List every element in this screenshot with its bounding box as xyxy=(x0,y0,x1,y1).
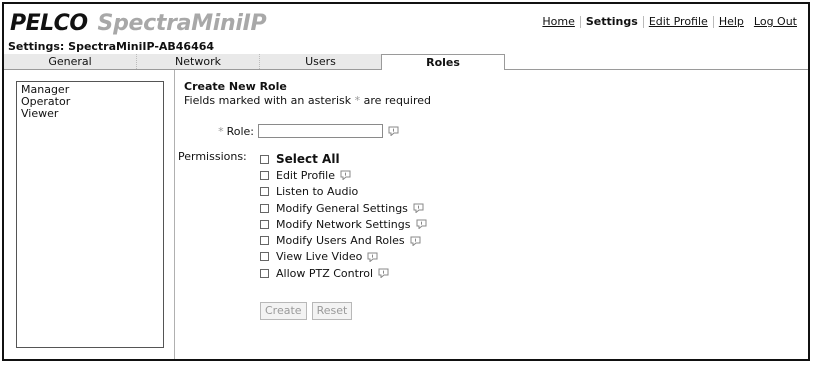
role-label-text: Role: xyxy=(226,124,254,138)
tab-network[interactable]: Network xyxy=(137,54,260,69)
perm-label: Modify Users And Roles xyxy=(276,234,405,248)
perm-label: Edit Profile xyxy=(276,168,336,182)
nav-help[interactable]: Help xyxy=(714,15,749,28)
help-balloon-icon[interactable] xyxy=(413,203,424,214)
role-sidebar: Manager Operator Viewer xyxy=(4,70,175,359)
create-button[interactable]: Create xyxy=(260,302,307,320)
tab-roles[interactable]: Roles xyxy=(381,54,505,70)
permissions-list: Select All Edit Profile Listen to Audio … xyxy=(260,151,427,281)
help-balloon-icon[interactable] xyxy=(340,170,351,181)
permissions-label: Permissions: xyxy=(178,150,247,163)
role-field-row: * Role: xyxy=(184,124,399,138)
perm-allow-ptz-control[interactable]: Allow PTZ Control xyxy=(260,265,427,281)
perm-label: Modify General Settings xyxy=(276,201,408,215)
tab-bar: General Network Users Roles xyxy=(4,54,808,70)
nav-settings[interactable]: Settings xyxy=(581,15,643,28)
perm-label: Modify Network Settings xyxy=(276,217,411,231)
perm-listen-to-audio[interactable]: Listen to Audio xyxy=(260,184,427,200)
perm-view-live-video[interactable]: View Live Video xyxy=(260,249,427,265)
checkbox[interactable] xyxy=(260,203,269,213)
brand-logo: PELCO xyxy=(10,10,88,36)
role-item-viewer[interactable]: Viewer xyxy=(21,108,159,120)
help-balloon-icon[interactable] xyxy=(410,236,421,246)
top-nav: Home Settings Edit Profile Help Log Out xyxy=(537,15,802,28)
perm-modify-general-settings[interactable]: Modify General Settings xyxy=(260,200,427,216)
nav-log-out[interactable]: Log Out xyxy=(749,15,802,28)
help-balloon-icon[interactable] xyxy=(388,126,399,136)
page-title: Settings: SpectraMiniIP-AB46464 xyxy=(8,40,215,53)
app-frame: PELCO SpectraMiniIP Home Settings Edit P… xyxy=(2,2,810,361)
checkbox[interactable] xyxy=(260,187,269,197)
role-list[interactable]: Manager Operator Viewer xyxy=(16,81,164,348)
perm-label: View Live Video xyxy=(276,250,363,264)
role-name-input[interactable] xyxy=(258,124,383,138)
perm-modify-network-settings[interactable]: Modify Network Settings xyxy=(260,216,427,232)
required-note: Fields marked with an asterisk * are req… xyxy=(184,94,431,108)
tab-users[interactable]: Users xyxy=(260,54,381,69)
required-note-prefix: Fields marked with an asterisk xyxy=(184,94,352,107)
nav-home[interactable]: Home xyxy=(537,15,579,28)
tab-general[interactable]: General xyxy=(4,54,137,69)
form-buttons: Create Reset xyxy=(260,302,353,320)
required-asterisk: * xyxy=(218,124,224,138)
help-balloon-icon[interactable] xyxy=(416,219,427,230)
form-title: Create New Role xyxy=(184,80,287,93)
logo: PELCO SpectraMiniIP xyxy=(10,10,267,36)
role-label: * Role: xyxy=(184,125,258,138)
header: PELCO SpectraMiniIP Home Settings Edit P… xyxy=(4,4,808,40)
help-balloon-icon[interactable] xyxy=(367,252,378,262)
help-balloon-icon[interactable] xyxy=(378,268,389,279)
checkbox[interactable] xyxy=(260,236,269,246)
create-role-form: Create New Role Fields marked with an as… xyxy=(178,80,431,320)
perm-label: Listen to Audio xyxy=(276,185,359,199)
checkbox[interactable] xyxy=(260,154,269,164)
perm-select-all[interactable]: Select All xyxy=(260,151,427,167)
product-name: SpectraMiniIP xyxy=(97,10,267,36)
perm-modify-users-and-roles[interactable]: Modify Users And Roles xyxy=(260,232,427,248)
checkbox[interactable] xyxy=(260,252,269,262)
perm-edit-profile[interactable]: Edit Profile xyxy=(260,167,427,183)
asterisk-icon: * xyxy=(354,94,361,107)
checkbox[interactable] xyxy=(260,219,269,229)
required-note-suffix: are required xyxy=(363,94,431,107)
perm-label: Select All xyxy=(276,152,340,167)
checkbox[interactable] xyxy=(260,268,269,278)
nav-edit-profile[interactable]: Edit Profile xyxy=(644,15,713,28)
reset-button[interactable]: Reset xyxy=(311,302,353,320)
perm-label: Allow PTZ Control xyxy=(276,266,374,280)
checkbox[interactable] xyxy=(260,170,269,180)
